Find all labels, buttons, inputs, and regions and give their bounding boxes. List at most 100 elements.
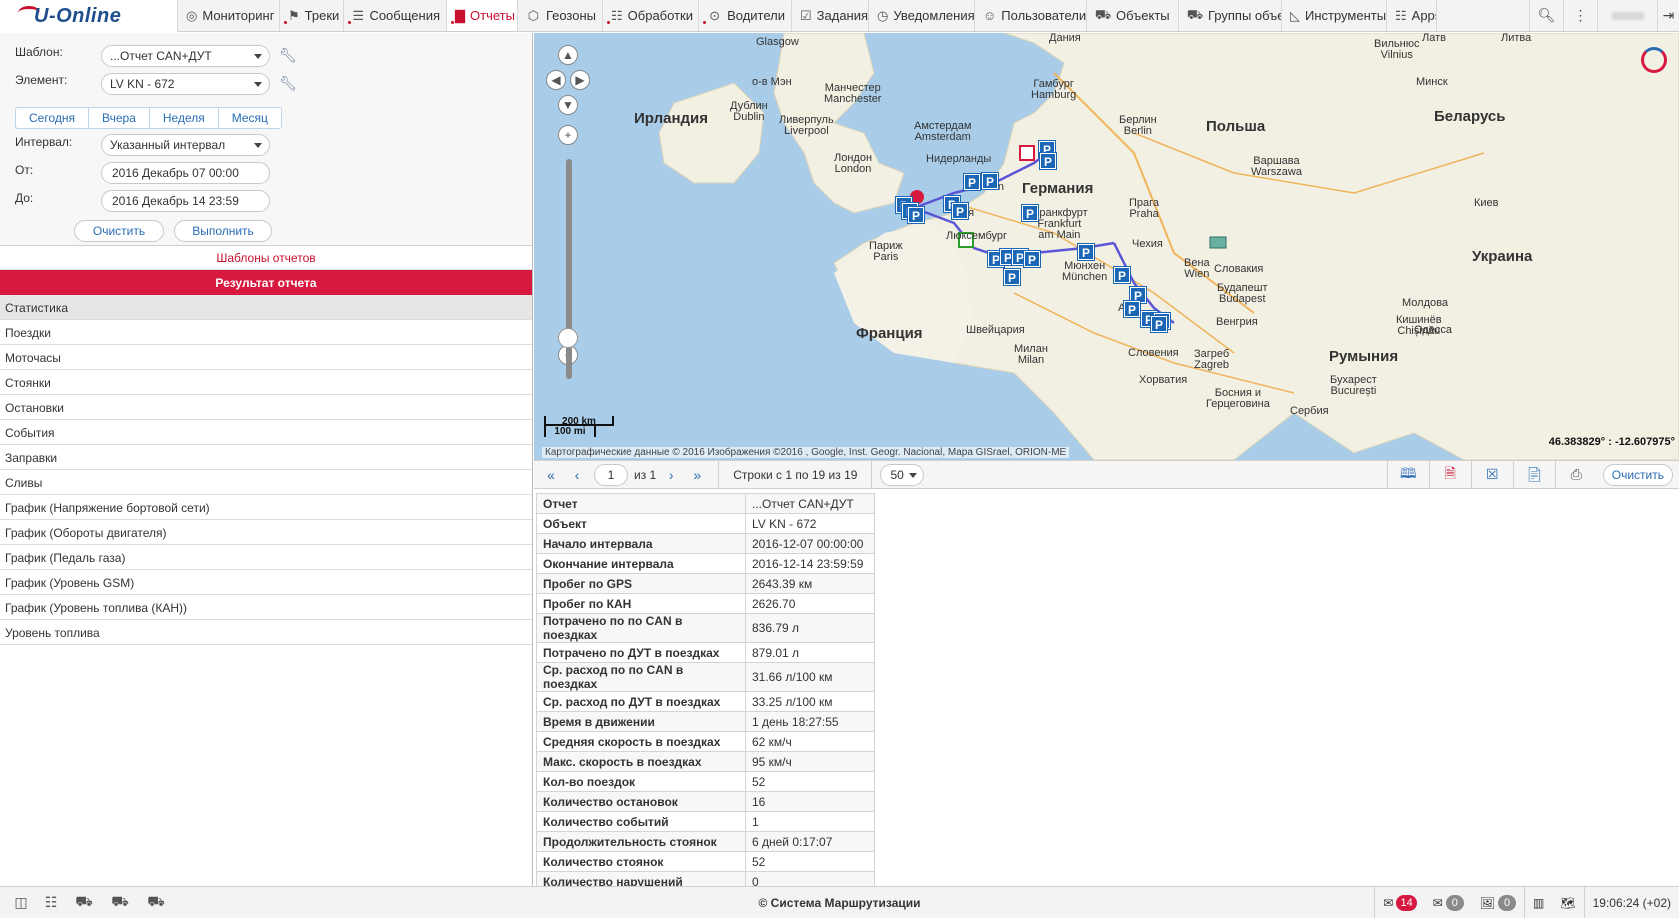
user-account[interactable]: [1597, 0, 1657, 31]
page-number-input[interactable]: 1: [594, 463, 628, 486]
nav-item-12[interactable]: ◺ Инструменты: [1282, 0, 1387, 31]
nav-item-11[interactable]: ⛟ Группы объектов: [1179, 0, 1282, 31]
parking-marker-icon[interactable]: P: [1151, 316, 1167, 332]
parking-marker-icon[interactable]: P: [1040, 153, 1056, 169]
parking-marker-icon[interactable]: P: [1004, 269, 1020, 285]
export-file-icon[interactable]: 📄︎: [1512, 460, 1555, 489]
map-view[interactable]: Glasgow о-в Мэн Манчестер Manchester Дублин…: [534, 33, 1679, 460]
prev-page-icon[interactable]: ‹: [564, 467, 590, 483]
element-select[interactable]: LV KN - 672: [101, 73, 270, 95]
map-icon[interactable]: 🗺︎: [1552, 887, 1583, 918]
next-page-icon[interactable]: ›: [658, 467, 684, 483]
last-page-icon[interactable]: »: [684, 467, 710, 483]
element-settings-wrench-icon[interactable]: 🔧︎: [279, 75, 297, 93]
logout-icon[interactable]: ⇥: [1657, 0, 1679, 31]
nav-item-3[interactable]: ▇ Отчеты: [447, 0, 518, 31]
result-list-item[interactable]: График (Педаль газа): [0, 545, 532, 570]
nav-item-0[interactable]: ◎ Мониторинг: [178, 0, 280, 31]
result-list-item[interactable]: График (Напряжение бортовой сети): [0, 495, 532, 520]
result-list-item[interactable]: Остановки: [0, 395, 532, 420]
nav-item-7[interactable]: ☑ Задания: [792, 0, 869, 31]
result-list-item[interactable]: Сливы: [0, 470, 532, 495]
nav-item-9[interactable]: ☺ Пользователи: [975, 0, 1087, 31]
stat-value: ...Отчет CAN+ДУТ: [745, 493, 875, 514]
nav-item-10[interactable]: ⛟ Объекты: [1087, 0, 1179, 31]
scale-mi: 100 mi: [544, 426, 596, 437]
table-row: Кол-во поездок 52: [536, 771, 875, 792]
nav-item-13[interactable]: ☷ Apps: [1387, 0, 1437, 31]
first-page-icon[interactable]: «: [538, 467, 564, 483]
print-icon[interactable]: ⎙: [1554, 460, 1597, 489]
table-row: Ср. расход по ДУТ в поездках 33.25 л/100 …: [536, 691, 875, 712]
result-list-item[interactable]: События: [0, 420, 532, 445]
result-list-item[interactable]: Уровень топлива: [0, 620, 532, 645]
period-button-1[interactable]: Вчера: [89, 108, 150, 128]
search-icon[interactable]: 🔍︎: [1529, 0, 1563, 31]
zoom-in-button[interactable]: +: [558, 125, 578, 145]
interval-select[interactable]: Указанный интервал: [101, 134, 270, 156]
period-buttons: Сегодня Вчера Неделя Месяц: [15, 107, 282, 129]
template-select[interactable]: ...Отчет CAN+ДУТ: [101, 45, 270, 67]
app-logo[interactable]: U-Online: [0, 0, 178, 32]
result-list-item[interactable]: Моточасы: [0, 345, 532, 370]
from-input[interactable]: 2016 Декабрь 07 00:00: [101, 162, 270, 184]
template-value: ...Отчет CAN+ДУТ: [110, 49, 212, 63]
nav-item-1[interactable]: ⚑ Треки: [280, 0, 344, 31]
grid-view-icon[interactable]: ☷: [36, 894, 66, 911]
parking-marker-icon[interactable]: P: [952, 203, 968, 219]
period-button-2[interactable]: Неделя: [150, 108, 219, 128]
pan-left-icon[interactable]: ◀: [546, 70, 566, 90]
export-html-icon[interactable]: 🕮︎: [1386, 460, 1429, 489]
parking-marker-icon[interactable]: P: [1022, 205, 1038, 221]
period-button-0[interactable]: Сегодня: [16, 108, 89, 128]
trucks-icon[interactable]: ⛟: [66, 893, 102, 912]
pan-down-icon[interactable]: ▼: [558, 95, 578, 115]
images-indicator[interactable]: 🖼︎ 0: [1472, 887, 1524, 918]
run-button[interactable]: Выполнить: [174, 220, 272, 242]
template-settings-wrench-icon[interactable]: 🔧︎: [279, 47, 297, 65]
truck-send-icon[interactable]: ⛟: [138, 893, 174, 912]
clear-result-button[interactable]: Очистить: [1602, 463, 1673, 486]
parking-marker-icon[interactable]: P: [982, 173, 998, 189]
clear-button[interactable]: Очистить: [74, 220, 164, 242]
nav-item-5[interactable]: ☷ Обработки: [603, 0, 699, 31]
report-templates-link[interactable]: Шаблоны отчетов: [0, 246, 532, 270]
parking-marker-icon[interactable]: P: [964, 174, 980, 190]
pan-up-icon[interactable]: ▲: [558, 45, 578, 65]
mail-indicator[interactable]: ✉︎ 0: [1425, 887, 1472, 918]
map-place-label: Франция: [856, 325, 923, 342]
messages-indicator[interactable]: ✉︎ 14: [1374, 886, 1424, 918]
parking-marker-icon[interactable]: P: [908, 207, 924, 223]
rows-per-page-select[interactable]: 50: [880, 463, 925, 486]
parking-marker-icon[interactable]: P: [1024, 251, 1040, 267]
nav-item-4[interactable]: ⬡ Геозоны: [518, 0, 603, 31]
nav-item-8[interactable]: ◷ Уведомления: [869, 0, 975, 31]
nav-item-2[interactable]: ☰ Сообщения: [344, 0, 447, 31]
result-list-item[interactable]: Статистика: [0, 295, 532, 320]
period-button-3[interactable]: Месяц: [219, 108, 281, 128]
result-list-item[interactable]: Стоянки: [0, 370, 532, 395]
map-place-label: Беларусь: [1434, 108, 1506, 125]
truck-name-icon[interactable]: ⛟: [102, 893, 138, 912]
parking-marker-icon[interactable]: P: [1114, 267, 1130, 283]
result-list-item[interactable]: График (Обороты двигателя): [0, 520, 532, 545]
more-menu-icon[interactable]: ⋮: [1563, 0, 1597, 31]
pan-right-icon[interactable]: ▶: [570, 70, 590, 90]
stat-value: 52: [745, 771, 875, 792]
result-list-item[interactable]: График (Уровень GSM): [0, 570, 532, 595]
result-list-item[interactable]: График (Уровень топлива (КАН)): [0, 595, 532, 620]
nav-item-6[interactable]: ⊙ Водители: [699, 0, 792, 31]
table-row: Продолжительность стоянок 6 дней 0:17:07: [536, 831, 875, 852]
map-place-label: Glasgow: [756, 36, 799, 48]
parking-marker-icon[interactable]: P: [1124, 301, 1140, 317]
to-input[interactable]: 2016 Декабрь 14 23:59: [101, 190, 270, 212]
result-list-item[interactable]: Поездки: [0, 320, 532, 345]
export-excel-icon[interactable]: ☒: [1470, 460, 1513, 489]
zoom-slider-handle[interactable]: [558, 328, 578, 348]
layout-icon[interactable]: ▥: [1524, 886, 1552, 918]
export-pdf-icon[interactable]: 🗎︎: [1428, 460, 1471, 489]
toggle-panel-icon[interactable]: ◫: [6, 894, 36, 911]
nav-item-label: Водители: [727, 8, 785, 23]
result-list-item[interactable]: Заправки: [0, 445, 532, 470]
parking-marker-icon[interactable]: P: [1078, 244, 1094, 260]
